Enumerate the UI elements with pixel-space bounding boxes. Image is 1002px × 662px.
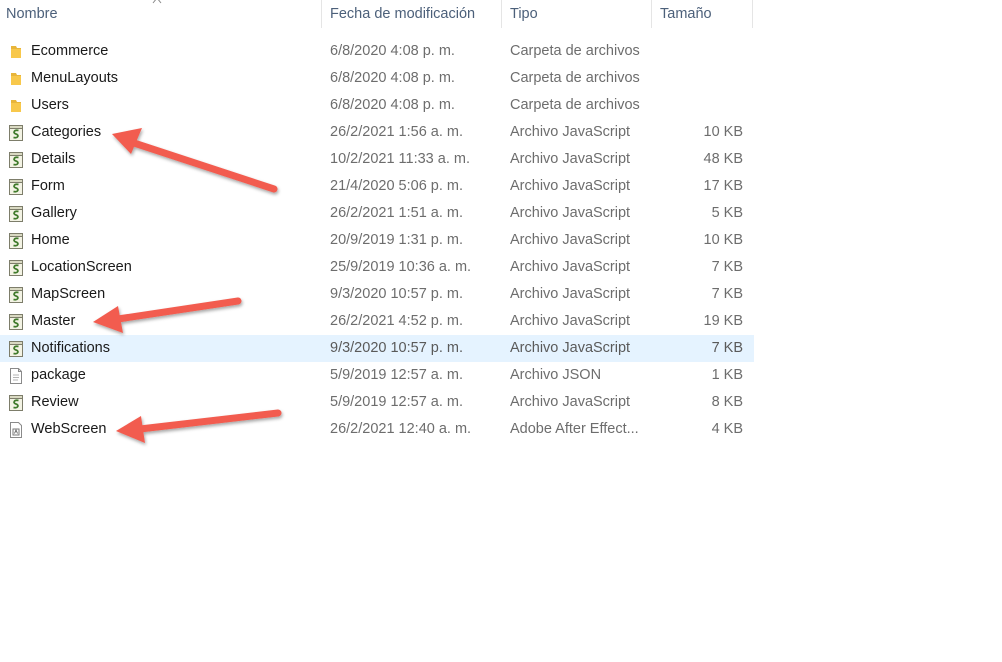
file-row-master[interactable]: Master 26/2/2021 4:52 p. m. Archivo JavaSc… (0, 308, 754, 335)
file-row-categories[interactable]: Categories 26/2/2021 1:56 a. m. Archivo Ja… (0, 119, 754, 146)
file-size: 5 KB (711, 205, 743, 221)
file-name: Gallery (31, 205, 77, 221)
file-size: 1 KB (711, 367, 743, 383)
file-name: Home (31, 232, 70, 248)
file-type: Archivo JavaScript (510, 286, 631, 302)
file-name: Review (31, 394, 79, 410)
file-size: 7 KB (711, 340, 743, 356)
javascript-file-icon (6, 308, 26, 335)
file-type: Archivo JavaScript (510, 232, 631, 248)
file-type: Archivo JavaScript (510, 259, 631, 275)
file-row-notifications[interactable]: Notifications 9/3/2020 10:57 p. m. Archivo… (0, 335, 754, 362)
file-row-details[interactable]: Details 10/2/2021 11:33 a. m. Archivo Java… (0, 146, 754, 173)
file-modified-date: 26/2/2021 12:40 a. m. (330, 421, 472, 437)
column-header-name[interactable]: Nombre (0, 0, 322, 28)
file-type: Archivo JavaScript (510, 394, 631, 410)
column-header-size-label: Tamaño (660, 6, 712, 22)
file-type: Archivo JavaScript (510, 313, 631, 329)
file-modified-date: 26/2/2021 4:52 p. m. (330, 313, 464, 329)
file-row-locationscreen[interactable]: LocationScreen 25/9/2019 10:36 a. m. Archi… (0, 254, 754, 281)
file-row-home[interactable]: Home 20/9/2019 1:31 p. m. Archivo JavaScri… (0, 227, 754, 254)
file-modified-date: 20/9/2019 1:31 p. m. (330, 232, 464, 248)
file-type: Carpeta de archivos (510, 43, 640, 59)
file-explorer: Nombre Fecha de modificación Tipo Tamaño… (0, 0, 1002, 662)
folder-icon (6, 38, 26, 65)
file-name: Master (31, 313, 76, 329)
file-type: Carpeta de archivos (510, 70, 640, 86)
file-name: MapScreen (31, 286, 106, 302)
file-list: Ecommerce 6/8/2020 4:08 p. m. Carpeta de a… (0, 38, 754, 443)
folder-icon (6, 65, 26, 92)
javascript-file-icon (6, 254, 26, 281)
after-effects-file-icon (6, 416, 26, 443)
file-row-webscreen[interactable]: WebScreen 26/2/2021 12:40 a. m. Adobe Afte… (0, 416, 754, 443)
column-header-type[interactable]: Tipo (504, 0, 652, 28)
file-modified-date: 5/9/2019 12:57 a. m. (330, 367, 464, 383)
javascript-file-icon (6, 281, 26, 308)
javascript-file-icon (6, 335, 26, 362)
file-type: Adobe After Effect... (510, 421, 639, 437)
column-header-date-label: Fecha de modificación (330, 6, 476, 22)
column-header-bar: Nombre Fecha de modificación Tipo Tamaño (0, 0, 754, 28)
file-name: package (31, 367, 86, 383)
file-type: Archivo JavaScript (510, 151, 631, 167)
file-name: Categories (31, 124, 102, 140)
file-modified-date: 9/3/2020 10:57 p. m. (330, 340, 464, 356)
file-type: Archivo JSON (510, 367, 602, 383)
file-name: Ecommerce (31, 43, 109, 59)
file-type: Archivo JavaScript (510, 205, 631, 221)
file-modified-date: 25/9/2019 10:36 a. m. (330, 259, 472, 275)
file-size: 48 KB (703, 151, 744, 167)
file-row-package[interactable]: package 5/9/2019 12:57 a. m. Archivo JSON 1… (0, 362, 754, 389)
file-name: Form (31, 178, 65, 194)
file-type: Carpeta de archivos (510, 97, 640, 113)
file-size: 10 KB (703, 124, 744, 140)
javascript-file-icon (6, 119, 26, 146)
javascript-file-icon (6, 173, 26, 200)
javascript-file-icon (6, 146, 26, 173)
file-size: 19 KB (703, 313, 744, 329)
column-header-size[interactable]: Tamaño (654, 0, 753, 28)
file-name: LocationScreen (31, 259, 132, 275)
file-modified-date: 6/8/2020 4:08 p. m. (330, 43, 455, 59)
file-type: Archivo JavaScript (510, 178, 631, 194)
column-header-date[interactable]: Fecha de modificación (324, 0, 502, 28)
folder-icon (6, 92, 26, 119)
javascript-file-icon (6, 200, 26, 227)
file-modified-date: 26/2/2021 1:56 a. m. (330, 124, 464, 140)
file-size: 17 KB (703, 178, 744, 194)
file-row-menulayouts[interactable]: MenuLayouts 6/8/2020 4:08 p. m. Carpeta de… (0, 65, 754, 92)
column-header-name-label: Nombre (6, 6, 58, 22)
file-name: Details (31, 151, 76, 167)
file-modified-date: 26/2/2021 1:51 a. m. (330, 205, 464, 221)
file-name: WebScreen (31, 421, 107, 437)
file-modified-date: 6/8/2020 4:08 p. m. (330, 70, 455, 86)
sort-ascending-icon (152, 0, 162, 4)
file-name: MenuLayouts (31, 70, 119, 86)
file-row-form[interactable]: Form 21/4/2020 5:06 p. m. Archivo JavaScri… (0, 173, 754, 200)
file-modified-date: 6/8/2020 4:08 p. m. (330, 97, 455, 113)
file-name: Notifications (31, 340, 110, 356)
javascript-file-icon (6, 227, 26, 254)
file-size: 7 KB (711, 286, 743, 302)
file-modified-date: 9/3/2020 10:57 p. m. (330, 286, 464, 302)
file-modified-date: 21/4/2020 5:06 p. m. (330, 178, 464, 194)
file-size: 10 KB (703, 232, 744, 248)
file-row-mapscreen[interactable]: MapScreen 9/3/2020 10:57 p. m. Archivo Jav… (0, 281, 754, 308)
json-file-icon (6, 362, 26, 389)
file-size: 8 KB (711, 394, 743, 410)
file-modified-date: 10/2/2021 11:33 a. m. (330, 151, 471, 167)
file-size: 4 KB (711, 421, 743, 437)
file-row-review[interactable]: Review 5/9/2019 12:57 a. m. Archivo JavaSc… (0, 389, 754, 416)
file-row-ecommerce[interactable]: Ecommerce 6/8/2020 4:08 p. m. Carpeta de a… (0, 38, 754, 65)
column-header-type-label: Tipo (510, 6, 538, 22)
file-row-users[interactable]: Users 6/8/2020 4:08 p. m. Carpeta de archi… (0, 92, 754, 119)
file-modified-date: 5/9/2019 12:57 a. m. (330, 394, 464, 410)
file-type: Archivo JavaScript (510, 340, 631, 356)
file-type: Archivo JavaScript (510, 124, 631, 140)
file-size: 7 KB (711, 259, 743, 275)
file-row-gallery[interactable]: Gallery 26/2/2021 1:51 a. m. Archivo JavaS… (0, 200, 754, 227)
file-name: Users (31, 97, 69, 113)
javascript-file-icon (6, 389, 26, 416)
